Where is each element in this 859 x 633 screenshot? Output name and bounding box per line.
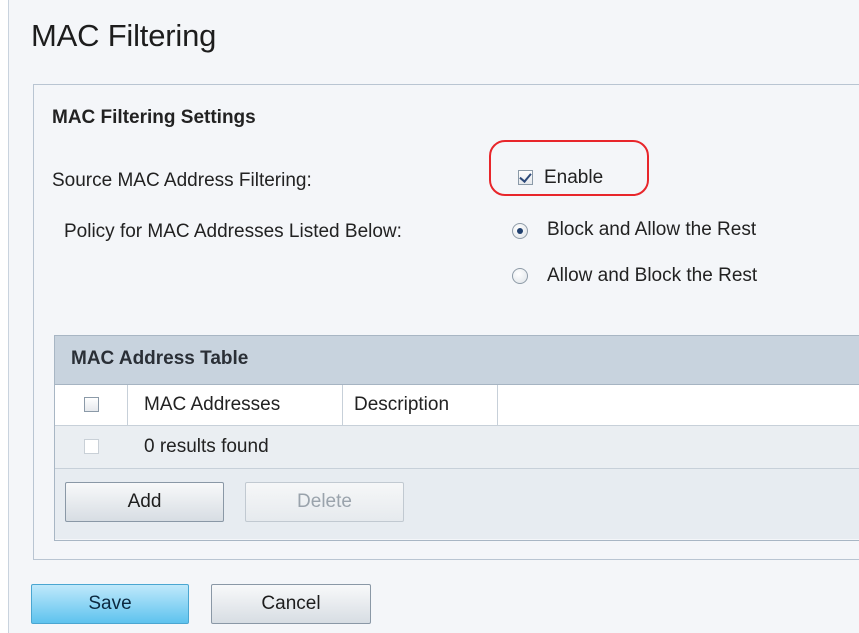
table-header: MAC Address Table [55, 336, 859, 385]
policy-label: Policy for MAC Addresses Listed Below: [64, 221, 402, 242]
source-mac-filtering-label: Source MAC Address Filtering: [52, 170, 312, 191]
enable-checkbox[interactable] [518, 170, 533, 185]
select-all-cell [55, 385, 128, 425]
row-checkbox[interactable] [84, 439, 99, 454]
table-column-header-row: MAC Addresses Description [55, 385, 859, 426]
delete-button[interactable]: Delete [245, 482, 404, 522]
table-button-row: Add Delete [55, 469, 859, 539]
select-all-checkbox[interactable] [84, 397, 99, 412]
page-title: MAC Filtering [31, 18, 217, 53]
policy-radio-allow-block[interactable] [512, 268, 528, 284]
page: MAC Filtering MAC Filtering Settings Sou… [8, 0, 859, 633]
table-title: MAC Address Table [71, 348, 249, 369]
cancel-button[interactable]: Cancel [211, 584, 371, 624]
column-header-description[interactable]: Description [343, 385, 498, 425]
mac-filtering-settings-panel: MAC Filtering Settings Source MAC Addres… [33, 84, 859, 560]
section-title: MAC Filtering Settings [52, 107, 256, 128]
policy-option-allow-block[interactable]: Allow and Block the Rest [547, 265, 757, 287]
mac-address-table: MAC Address Table MAC Addresses Descript… [54, 335, 859, 541]
policy-radio-block-allow[interactable] [512, 223, 528, 239]
empty-results-message: 0 results found [144, 436, 269, 457]
enable-label: Enable [544, 167, 604, 188]
policy-option-block-allow[interactable]: Block and Allow the Rest [547, 219, 756, 241]
table-row: 0 results found [55, 426, 859, 469]
add-button[interactable]: Add [65, 482, 224, 522]
column-header-mac-addresses[interactable]: MAC Addresses [128, 385, 343, 425]
save-button[interactable]: Save [31, 584, 189, 624]
